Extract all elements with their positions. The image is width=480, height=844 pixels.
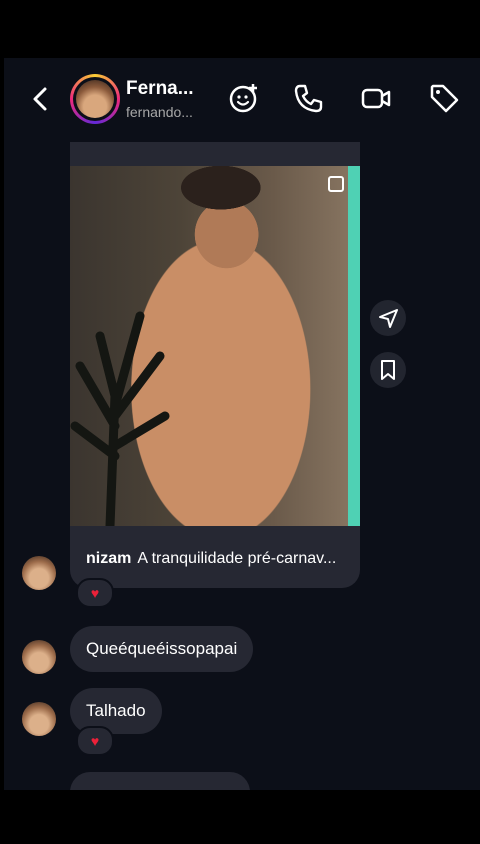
multi-post-icon (328, 176, 344, 192)
post-caption: nizam A tranquilidade pré-carnav... (86, 550, 336, 568)
contact-username[interactable]: fernando... (126, 104, 193, 120)
send-icon (379, 309, 398, 328)
heart-reaction[interactable]: ♥ (76, 726, 114, 756)
shared-post[interactable]: nizam A tranquilidade pré-carnav... (70, 142, 360, 588)
post-author[interactable]: nizam (86, 550, 131, 567)
sticker-add-icon[interactable] (228, 82, 260, 114)
accent-stripe (348, 166, 360, 526)
video-camera-icon[interactable] (360, 82, 392, 114)
bookmark-icon (381, 360, 395, 380)
message-bubble-partial[interactable] (70, 772, 250, 790)
post-header-strip (70, 142, 360, 166)
sender-avatar[interactable] (22, 640, 56, 674)
save-button[interactable] (370, 352, 406, 388)
tag-icon[interactable] (428, 82, 460, 114)
profile-avatar[interactable] (70, 74, 120, 124)
plant-shape (70, 311, 170, 526)
post-caption-text: A tranquilidade pré-carnav... (137, 550, 337, 567)
sender-avatar[interactable] (22, 702, 56, 736)
back-arrow-icon[interactable] (28, 84, 54, 114)
sender-avatar[interactable] (22, 556, 56, 590)
chat-screen: Ferna... fernando... nizam A tranquilida… (4, 58, 480, 790)
heart-reaction[interactable]: ♥ (76, 578, 114, 608)
phone-icon[interactable] (292, 82, 324, 114)
share-button[interactable] (370, 300, 406, 336)
post-image[interactable] (70, 166, 360, 526)
contact-name[interactable]: Ferna... (126, 78, 194, 100)
chat-header: Ferna... fernando... (4, 58, 480, 142)
message-bubble[interactable]: Queéqueéissopapai (70, 626, 254, 672)
